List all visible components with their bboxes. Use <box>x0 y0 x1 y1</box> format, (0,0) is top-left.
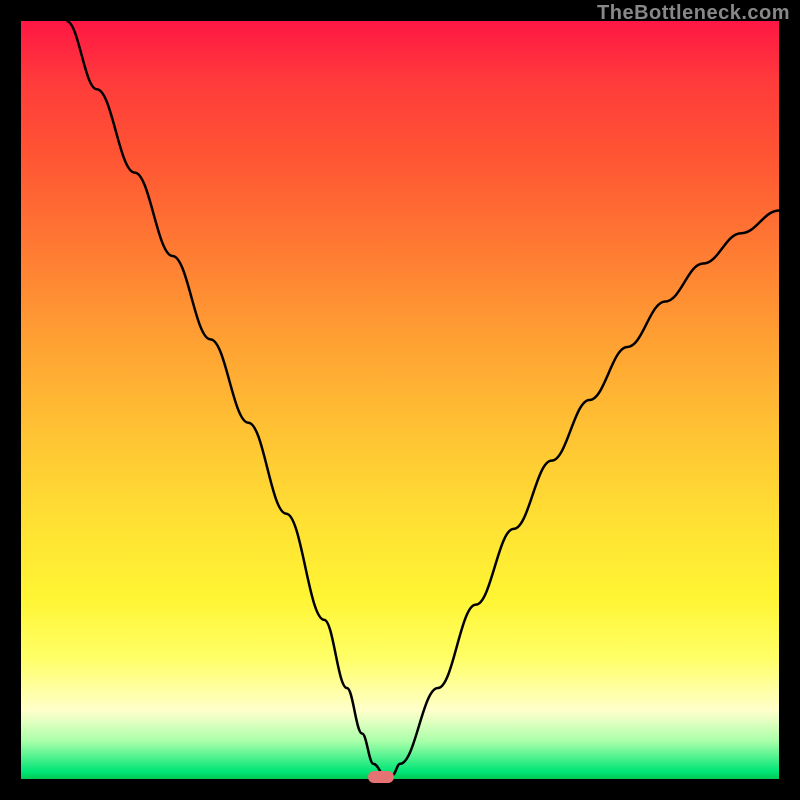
bottleneck-curve <box>66 21 779 775</box>
watermark-text: TheBottleneck.com <box>597 2 790 25</box>
chart-container: TheBottleneck.com <box>0 0 800 800</box>
plot-area <box>21 21 779 779</box>
minimum-marker <box>368 771 394 783</box>
curve-svg <box>21 21 779 779</box>
